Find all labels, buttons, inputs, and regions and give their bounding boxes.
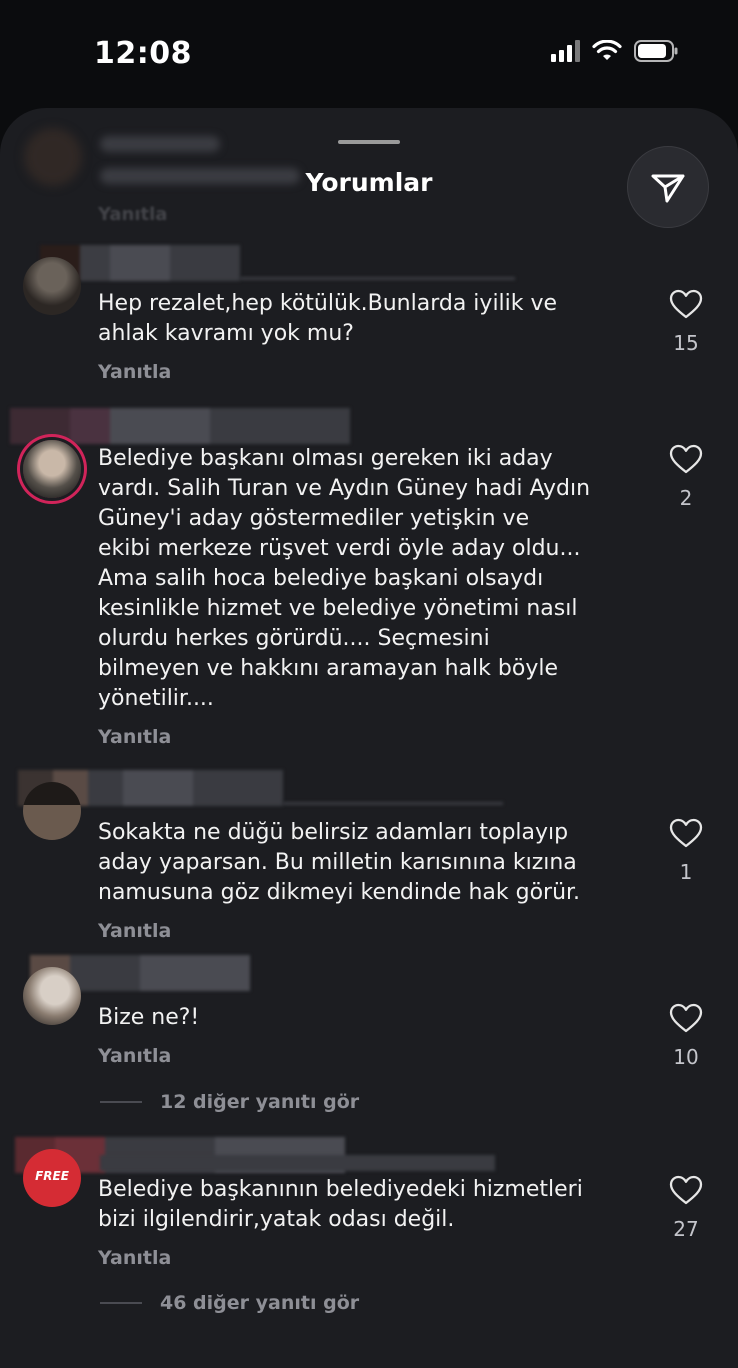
comment-text: Bize ne?! bbox=[98, 1005, 200, 1030]
like-button[interactable]: 27 bbox=[662, 1175, 710, 1241]
reply-button[interactable]: Yanıtla bbox=[98, 204, 167, 225]
avatar-logo-text: FREE bbox=[35, 1169, 69, 1183]
comment-text: Sokakta ne düğü belirsiz adamları toplay… bbox=[98, 820, 581, 905]
reply-button[interactable]: Yanıtla bbox=[98, 920, 171, 942]
like-button[interactable]: 15 bbox=[662, 289, 710, 355]
avatar[interactable] bbox=[23, 440, 81, 498]
divider bbox=[100, 1101, 142, 1103]
comment-item: Sokakta ne düğü belirsiz adamları toplay… bbox=[0, 770, 738, 950]
comment-item: Belediye başkanı olması gereken iki aday… bbox=[0, 404, 738, 764]
heart-icon bbox=[669, 444, 703, 474]
comment-text: Hep rezalet,hep kötülük.Bunlarda iyilik … bbox=[98, 291, 558, 346]
battery-icon bbox=[634, 40, 678, 62]
wifi-icon bbox=[592, 40, 622, 60]
blurred-username bbox=[100, 136, 220, 152]
avatar[interactable] bbox=[23, 257, 81, 315]
sheet-grabber[interactable] bbox=[338, 140, 400, 144]
reply-button[interactable]: Yanıtla bbox=[98, 361, 171, 383]
like-count: 2 bbox=[679, 486, 693, 510]
view-more-replies-label: 46 diğer yanıtı gör bbox=[160, 1292, 360, 1314]
heart-icon bbox=[669, 289, 703, 319]
like-count: 10 bbox=[673, 1045, 699, 1069]
avatar[interactable] bbox=[23, 967, 81, 1025]
blurred-username bbox=[10, 408, 350, 444]
status-time: 12:08 bbox=[94, 36, 192, 71]
comment-item: Bize ne?! Yanıtla 10 12 diğer yanıtı gör bbox=[0, 955, 738, 1125]
comments-sheet: Yanıtla Yorumlar Hep rezalet,hep kötülük… bbox=[0, 108, 738, 1368]
like-count: 15 bbox=[673, 331, 699, 355]
reply-button[interactable]: Yanıtla bbox=[98, 1045, 171, 1067]
reply-button[interactable]: Yanıtla bbox=[98, 726, 171, 748]
like-button[interactable]: 10 bbox=[662, 1003, 710, 1069]
cellular-signal-icon bbox=[551, 40, 580, 62]
heart-icon bbox=[669, 1175, 703, 1205]
heart-icon bbox=[669, 818, 703, 848]
like-count: 1 bbox=[679, 860, 693, 884]
view-more-replies-button[interactable]: 46 diğer yanıtı gör bbox=[100, 1292, 359, 1314]
paper-plane-icon bbox=[651, 174, 685, 203]
heart-icon bbox=[669, 1003, 703, 1033]
avatar[interactable] bbox=[23, 782, 81, 840]
reply-button[interactable]: Yanıtla bbox=[98, 1247, 171, 1269]
like-button[interactable]: 1 bbox=[662, 818, 710, 884]
like-button[interactable]: 2 bbox=[662, 444, 710, 510]
share-button[interactable] bbox=[627, 146, 709, 228]
view-more-replies-button[interactable]: 12 diğer yanıtı gör bbox=[100, 1091, 359, 1113]
status-bar: 12:08 bbox=[0, 0, 738, 110]
avatar[interactable]: FREE bbox=[23, 1149, 81, 1207]
comment-text: Belediye başkanı olması gereken iki aday… bbox=[98, 446, 591, 711]
divider bbox=[100, 1302, 142, 1304]
comment-item: FREE Belediye başkanının belediyedeki hi… bbox=[0, 1137, 738, 1337]
view-more-replies-label: 12 diğer yanıtı gör bbox=[160, 1091, 360, 1113]
like-count: 27 bbox=[673, 1217, 699, 1241]
comment-item: Hep rezalet,hep kötülük.Bunlarda iyilik … bbox=[0, 245, 738, 395]
comment-text: Belediye başkanının belediyedeki hizmetl… bbox=[98, 1177, 583, 1232]
status-icons bbox=[551, 40, 678, 62]
